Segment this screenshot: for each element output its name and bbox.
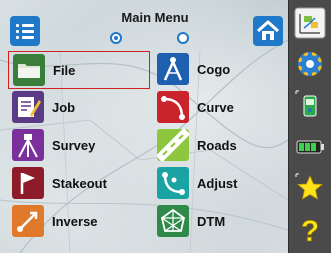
menu-item-label: Job — [52, 100, 76, 115]
battery-status — [293, 130, 327, 164]
menu-item-cogo[interactable]: Cogo — [157, 51, 285, 89]
settings-gear-icon — [298, 52, 322, 76]
menu-item-curve[interactable]: Curve — [157, 89, 285, 127]
menu-item-inverse[interactable]: Inverse — [12, 203, 142, 241]
adjust-icon — [157, 167, 189, 199]
menu-item-label: Adjust — [197, 176, 238, 191]
page-indicator-1[interactable] — [110, 32, 122, 44]
stake-flag-icon — [12, 167, 44, 199]
page-title: Main Menu — [121, 10, 189, 25]
menu-item-label: Curve — [197, 100, 234, 115]
header: Main Menu — [0, 0, 288, 50]
home-icon — [256, 20, 280, 40]
svg-text:?: ? — [301, 215, 319, 246]
folder-icon — [13, 54, 45, 86]
settings-button[interactable] — [293, 47, 327, 81]
menu-item-stakeout[interactable]: Stakeout — [12, 165, 142, 203]
gps-receiver-icon — [295, 90, 317, 117]
job-edit-icon — [12, 91, 44, 123]
menu-item-job[interactable]: Job — [12, 89, 142, 127]
menu-item-label: Stakeout — [52, 176, 107, 191]
inverse-arrow-icon — [12, 205, 44, 237]
compass-icon — [157, 53, 189, 85]
menu-item-file[interactable]: File — [8, 51, 150, 89]
page-indicator-2[interactable] — [177, 32, 189, 44]
map-view-icon — [294, 7, 326, 39]
help-button[interactable]: ? — [293, 212, 327, 249]
menu-item-label: Inverse — [52, 214, 98, 229]
battery-icon — [296, 140, 324, 154]
status-sidebar: ? — [288, 0, 331, 253]
menu-item-dtm[interactable]: DTM — [157, 203, 285, 241]
home-button[interactable] — [253, 16, 283, 46]
menu-item-label: Survey — [52, 138, 96, 153]
road-icon — [157, 129, 189, 161]
map-view-button[interactable] — [293, 6, 327, 40]
menu-item-label: Roads — [197, 138, 237, 153]
menu-item-roads[interactable]: Roads — [157, 127, 285, 165]
menu-item-label: DTM — [197, 214, 226, 229]
menu-item-adjust[interactable]: Adjust — [157, 165, 285, 203]
menu-item-label: Cogo — [197, 62, 231, 77]
app-menu-button[interactable] — [10, 16, 40, 46]
curve-icon — [157, 91, 189, 123]
menu-item-survey[interactable]: Survey — [12, 127, 142, 165]
gps-receiver-button[interactable] — [293, 88, 327, 122]
favorites-star-icon — [295, 173, 324, 200]
help-question-icon: ? — [300, 215, 319, 249]
favorites-button[interactable] — [293, 171, 327, 205]
menu-item-label: File — [53, 63, 76, 78]
tripod-icon — [12, 129, 44, 161]
dtm-mesh-icon — [157, 205, 189, 237]
